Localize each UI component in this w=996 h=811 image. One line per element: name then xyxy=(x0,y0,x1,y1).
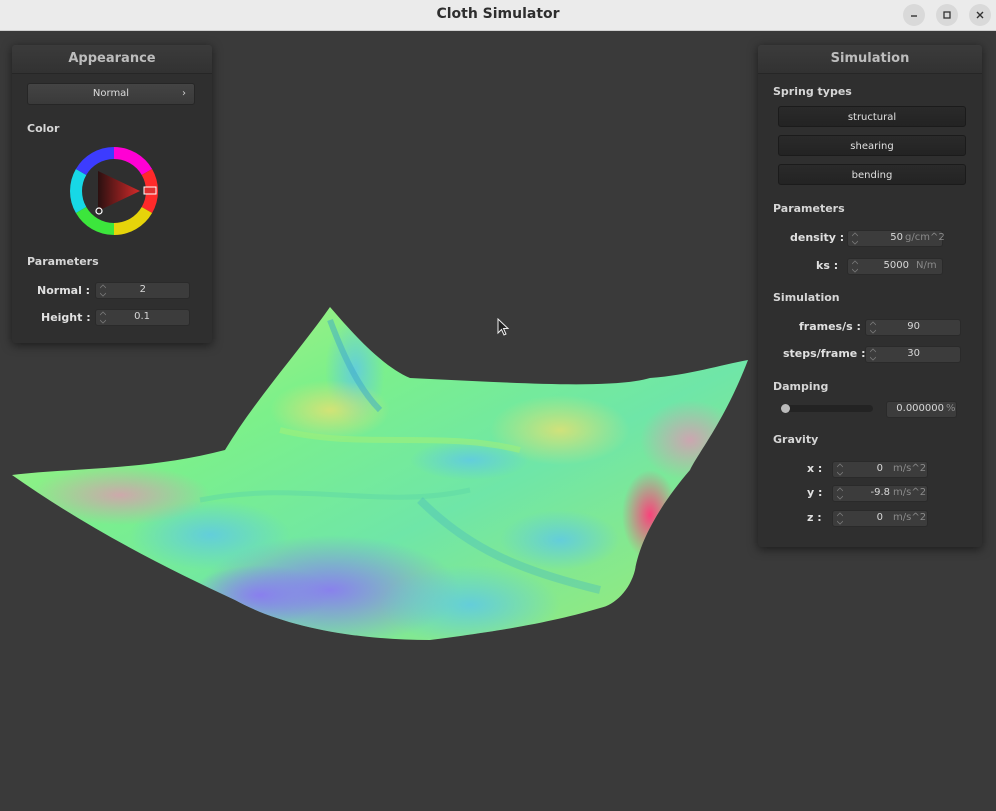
minimize-button[interactable] xyxy=(903,4,925,26)
appearance-parameters-label: Parameters xyxy=(27,255,99,268)
gravity-label: Gravity xyxy=(773,433,819,446)
damping-unit: % xyxy=(946,403,956,414)
density-unit: g/cm^2 xyxy=(905,232,945,243)
gravity-y-value: -9.8 xyxy=(870,487,890,498)
appearance-title: Appearance xyxy=(12,45,212,74)
normal-input[interactable]: 2 xyxy=(95,282,190,299)
maximize-button[interactable] xyxy=(936,4,958,26)
damping-value: 0.000000 xyxy=(896,403,944,414)
appearance-panel: Appearance Normal › Color Parameters Nor… xyxy=(12,45,212,343)
simulation-section-label: Simulation xyxy=(773,291,840,304)
fps-value: 90 xyxy=(907,321,920,332)
height-input[interactable]: 0.1 xyxy=(95,309,190,326)
chevron-right-icon: › xyxy=(182,88,186,99)
gravity-z-input[interactable]: 0 m/s^2 xyxy=(832,510,928,527)
steps-label: steps/frame : xyxy=(783,347,866,360)
close-button[interactable] xyxy=(969,4,991,26)
damping-slider-handle[interactable] xyxy=(781,404,790,413)
density-value: 50 xyxy=(890,232,903,243)
gravity-z-unit: m/s^2 xyxy=(893,512,927,523)
maximize-icon xyxy=(943,11,951,19)
density-label: density : xyxy=(790,231,845,244)
gravity-x-label: x : xyxy=(807,462,823,475)
ks-input[interactable]: 5000 N/m xyxy=(847,258,943,275)
normal-label: Normal : xyxy=(37,284,91,297)
damping-label: Damping xyxy=(773,380,829,393)
bending-button[interactable]: bending xyxy=(778,164,966,185)
gravity-x-value: 0 xyxy=(876,463,883,474)
gravity-y-label: y : xyxy=(807,486,823,499)
gravity-z-value: 0 xyxy=(876,512,883,523)
gravity-y-unit: m/s^2 xyxy=(893,487,927,498)
parameters-section-label: Parameters xyxy=(773,202,845,215)
color-section-label: Color xyxy=(27,122,60,135)
steps-value: 30 xyxy=(907,348,920,359)
height-value: 0.1 xyxy=(134,311,150,322)
ks-label: ks : xyxy=(816,259,839,272)
color-wheel[interactable] xyxy=(68,145,160,237)
shearing-button[interactable]: shearing xyxy=(778,135,966,156)
damping-input[interactable]: 0.000000 % xyxy=(886,401,957,418)
fps-label: frames/s : xyxy=(799,320,861,333)
simulation-title: Simulation xyxy=(758,45,982,74)
steps-input[interactable]: 30 xyxy=(865,346,961,363)
normal-value: 2 xyxy=(139,284,146,295)
ks-unit: N/m xyxy=(916,260,937,271)
gravity-x-unit: m/s^2 xyxy=(893,463,927,474)
damping-slider[interactable] xyxy=(781,404,873,413)
fps-input[interactable]: 90 xyxy=(865,319,961,336)
gravity-z-label: z : xyxy=(807,511,822,524)
structural-button[interactable]: structural xyxy=(778,106,966,127)
ks-value: 5000 xyxy=(883,260,909,271)
mouse-cursor-icon xyxy=(497,318,510,336)
close-icon xyxy=(976,11,984,19)
shader-select[interactable]: Normal › xyxy=(27,83,195,105)
simulation-panel: Simulation Spring types structural shear… xyxy=(758,45,982,547)
gravity-x-input[interactable]: 0 m/s^2 xyxy=(832,461,928,478)
window-title: Cloth Simulator xyxy=(436,6,560,22)
height-label: Height : xyxy=(41,311,91,324)
hue-handle[interactable] xyxy=(143,186,157,195)
gravity-y-input[interactable]: -9.8 m/s^2 xyxy=(832,485,928,502)
spring-types-label: Spring types xyxy=(773,85,852,98)
shader-select-value: Normal xyxy=(92,88,130,99)
title-bar: Cloth Simulator xyxy=(0,0,996,31)
saturation-triangle[interactable] xyxy=(98,171,140,211)
minimize-icon xyxy=(911,15,917,17)
density-input[interactable]: 50 g/cm^2 xyxy=(847,230,945,247)
